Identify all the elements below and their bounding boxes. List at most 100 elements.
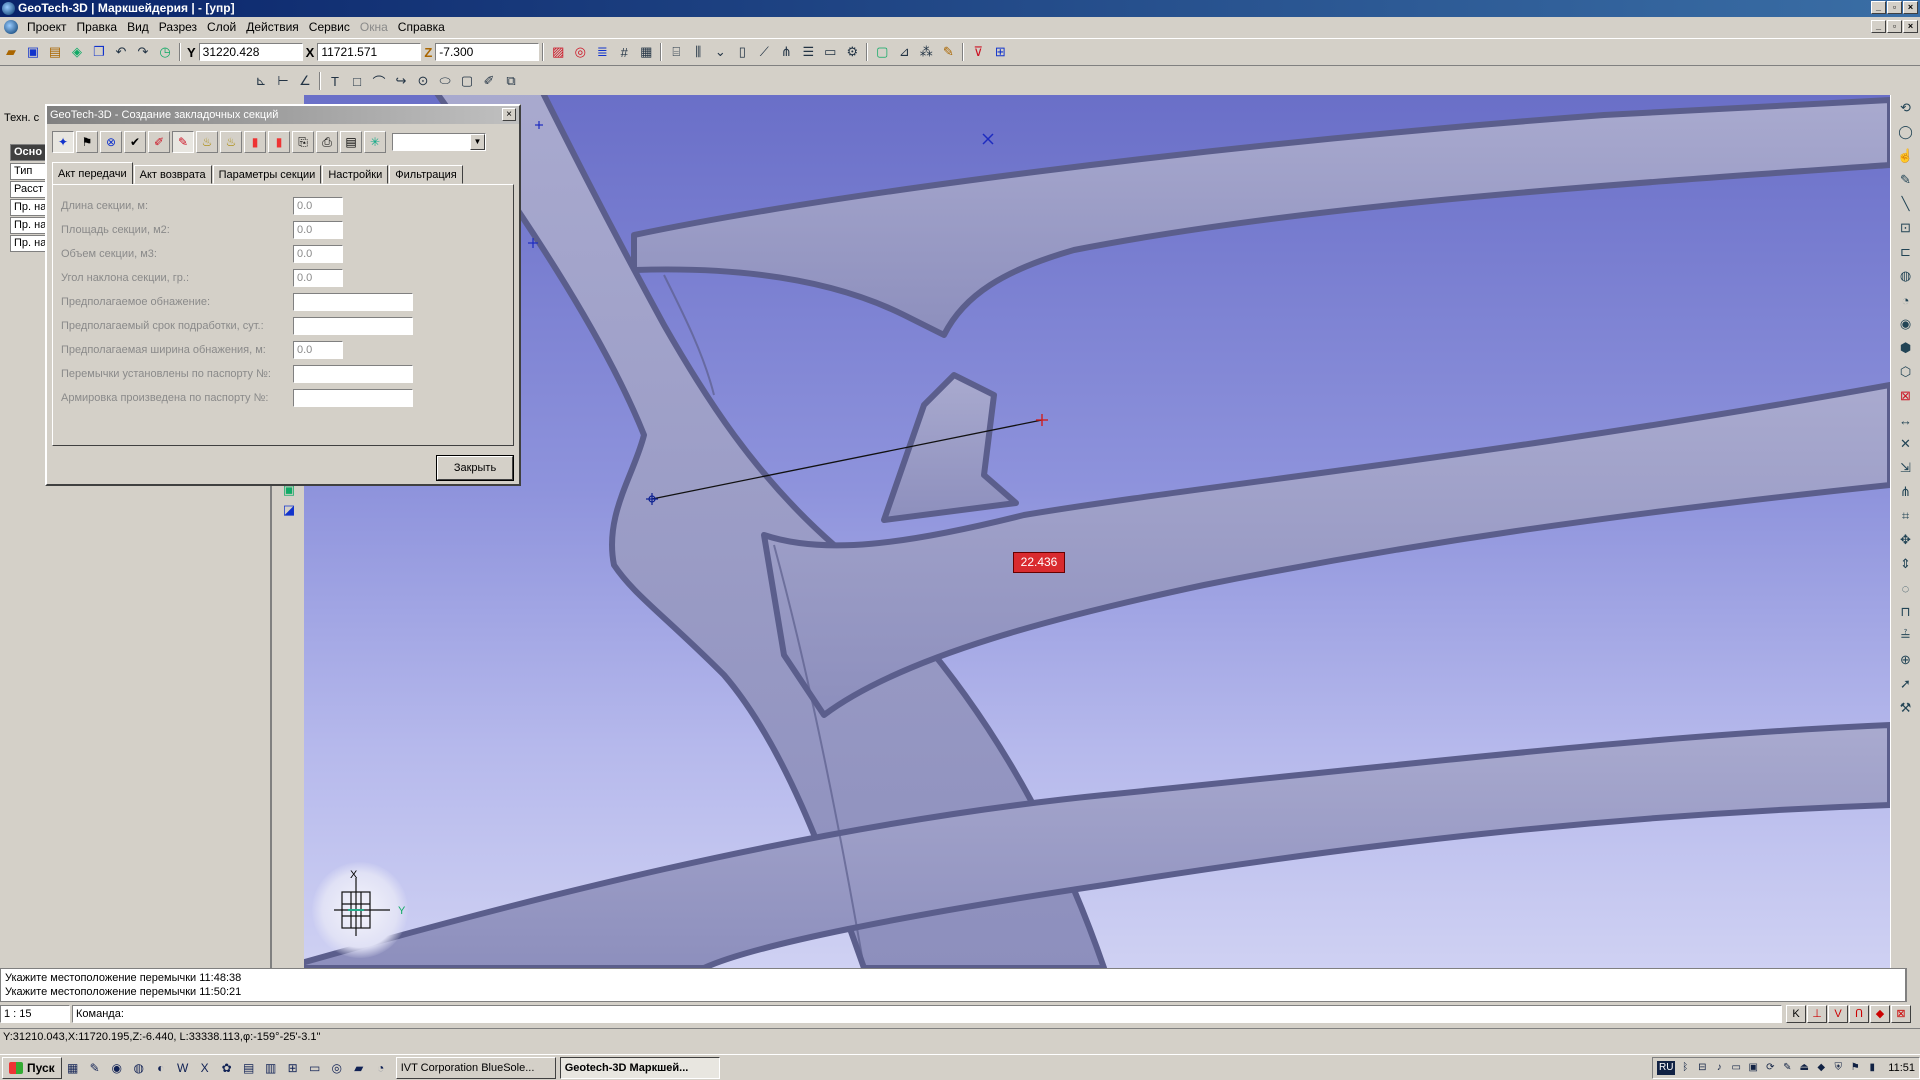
quicklaunch-app-icon[interactable]: ▦ [64, 1059, 82, 1077]
quicklaunch-word-icon[interactable]: W [174, 1059, 192, 1077]
fold-icon[interactable]: ⌄ [710, 42, 730, 62]
sync-icon[interactable]: ⟳ [1763, 1061, 1777, 1075]
monitor-icon[interactable]: ▭ [1729, 1061, 1743, 1075]
pen-icon[interactable]: ✎ [1895, 169, 1917, 191]
rotate-icon[interactable]: ⟲ [1895, 97, 1917, 119]
section-icon[interactable]: ⌸ [666, 42, 686, 62]
snap-grid-button[interactable]: ⊠ [1891, 1005, 1911, 1023]
doc-close-button[interactable]: × [1903, 20, 1918, 33]
slope-icon[interactable]: ⟋ [754, 42, 774, 62]
snap-v-button[interactable]: V [1828, 1005, 1848, 1023]
app-menu-icon[interactable] [4, 20, 18, 34]
left-panel-row[interactable]: Расст [10, 181, 50, 198]
left-panel-row[interactable]: Тип [10, 163, 50, 180]
bulkhead-passport-field[interactable] [293, 365, 413, 383]
tab-return-act[interactable]: Акт возврата [133, 165, 212, 184]
dialog-combo[interactable]: ▼ [392, 133, 486, 151]
menu-section[interactable]: Разрез [154, 20, 202, 34]
stairs-icon[interactable]: ⊏ [1895, 241, 1917, 263]
menu-actions[interactable]: Действия [241, 20, 304, 34]
quicklaunch-grid-icon[interactable]: ⊞ [284, 1059, 302, 1077]
lock-icon[interactable]: ⊓ [1895, 601, 1917, 623]
arc-icon[interactable]: ↪ [391, 71, 411, 91]
color-a-icon[interactable]: ▮ [244, 131, 266, 153]
stack-icon[interactable]: ≣ [592, 42, 612, 62]
levels-icon[interactable]: ☰ [798, 42, 818, 62]
close-window-button[interactable]: × [1903, 1, 1918, 14]
y-coord-input[interactable] [198, 43, 303, 61]
grid-icon[interactable]: # [614, 42, 634, 62]
frame-icon[interactable]: ▢ [872, 42, 892, 62]
target-select-icon[interactable]: ⊗ [100, 131, 122, 153]
pencil-icon[interactable]: ✎ [938, 42, 958, 62]
quicklaunch-folder-icon[interactable]: ▰ [350, 1059, 368, 1077]
usb-icon[interactable]: ⏏ [1797, 1061, 1811, 1075]
quicklaunch-chart-icon[interactable]: ▥ [262, 1059, 280, 1077]
target-icon[interactable]: ◎ [570, 42, 590, 62]
redo-icon[interactable]: ↷ [133, 42, 153, 62]
quicklaunch-media-icon[interactable]: ◉ [108, 1059, 126, 1077]
message-scrollbar[interactable] [1906, 968, 1920, 1002]
lasso-icon[interactable]: ◌ [1895, 577, 1917, 599]
restore-button[interactable]: ▫ [1887, 1, 1902, 14]
line-icon[interactable]: ╲ [1895, 193, 1917, 215]
quicklaunch-doc-icon[interactable]: ▭ [306, 1059, 324, 1077]
bluetooth-icon[interactable]: ᛒ [1678, 1061, 1692, 1075]
quicklaunch-explorer-icon[interactable]: ▤ [240, 1059, 258, 1077]
language-indicator[interactable]: RU [1657, 1060, 1676, 1075]
edit-icon[interactable]: ✎ [172, 131, 194, 153]
quicklaunch-paint-icon[interactable]: ✿ [218, 1059, 236, 1077]
move-icon[interactable]: ✥ [1895, 529, 1917, 551]
mesh-select-icon[interactable]: ✳ [364, 131, 386, 153]
clock-icon[interactable]: ◷ [155, 42, 175, 62]
task-bluesoleil[interactable]: IVT Corporation BlueSole... [395, 1056, 556, 1079]
left-panel-tab[interactable]: Техн. с [4, 112, 39, 124]
snap-node-button[interactable]: ◆ [1870, 1005, 1890, 1023]
gear-icon[interactable]: ⚙ [842, 42, 862, 62]
quicklaunch-firefox-icon[interactable]: ◐ [152, 1059, 170, 1077]
menu-service[interactable]: Сервис [304, 20, 355, 34]
flag-tray-icon[interactable]: ⚑ [1848, 1061, 1862, 1075]
shade-icon[interactable]: ◔ [1895, 289, 1917, 311]
layers-icon[interactable]: ▤ [45, 42, 65, 62]
filter-icon[interactable]: ⊽ [968, 42, 988, 62]
minimize-button[interactable]: _ [1871, 1, 1886, 14]
menu-edit[interactable]: Правка [72, 20, 123, 34]
move-vertical-icon[interactable]: ⇕ [1895, 553, 1917, 575]
merge-icon[interactable]: ⊕ [1895, 649, 1917, 671]
exposure-width-field[interactable] [293, 341, 343, 359]
rectangle-icon[interactable]: □ [347, 71, 367, 91]
doc-restore-button[interactable]: ▫ [1887, 20, 1902, 33]
save-icon[interactable]: ▣ [23, 42, 43, 62]
undo-icon[interactable]: ↶ [111, 42, 131, 62]
intersect-icon[interactable]: ✕ [1895, 433, 1917, 455]
color-cube-icon[interactable]: ⬢ [1895, 337, 1917, 359]
view-3d-icon[interactable]: ◪ [279, 500, 299, 520]
pan-icon[interactable]: ☝ [1895, 145, 1917, 167]
flag-icon[interactable]: ⚑ [76, 131, 98, 153]
cube-icon[interactable]: ◈ [67, 42, 87, 62]
panel-icon[interactable]: ▭ [820, 42, 840, 62]
dialog-close-button[interactable]: × [502, 108, 516, 121]
section-area-field[interactable] [293, 221, 343, 239]
volume-icon[interactable]: ♪ [1712, 1061, 1726, 1075]
section-angle-field[interactable] [293, 269, 343, 287]
doc-minimize-button[interactable]: _ [1871, 20, 1886, 33]
expected-exposure-field[interactable] [293, 293, 413, 311]
mesh-icon[interactable]: ⌗ [1895, 505, 1917, 527]
pillar-icon[interactable]: ▯ [732, 42, 752, 62]
quicklaunch-browser-icon[interactable]: ◍ [130, 1059, 148, 1077]
hatch-icon[interactable]: ▨ [548, 42, 568, 62]
snap-k-button[interactable]: K [1786, 1005, 1806, 1023]
solid-icon[interactable]: ⬡ [1895, 361, 1917, 383]
x-coord-input[interactable] [317, 43, 422, 61]
copy-icon[interactable]: ❐ [89, 42, 109, 62]
color-b-icon[interactable]: ▮ [268, 131, 290, 153]
angle-icon[interactable]: ∠ [295, 71, 315, 91]
tool-icon[interactable]: ⚒ [1895, 697, 1917, 719]
tab-filter[interactable]: Фильтрация [389, 165, 463, 184]
expected-term-field[interactable] [293, 317, 413, 335]
distance-icon[interactable]: ↔ [1895, 409, 1917, 431]
shield-icon[interactable]: ⛨ [1831, 1061, 1845, 1075]
bulb-b-icon[interactable]: ♨ [220, 131, 242, 153]
